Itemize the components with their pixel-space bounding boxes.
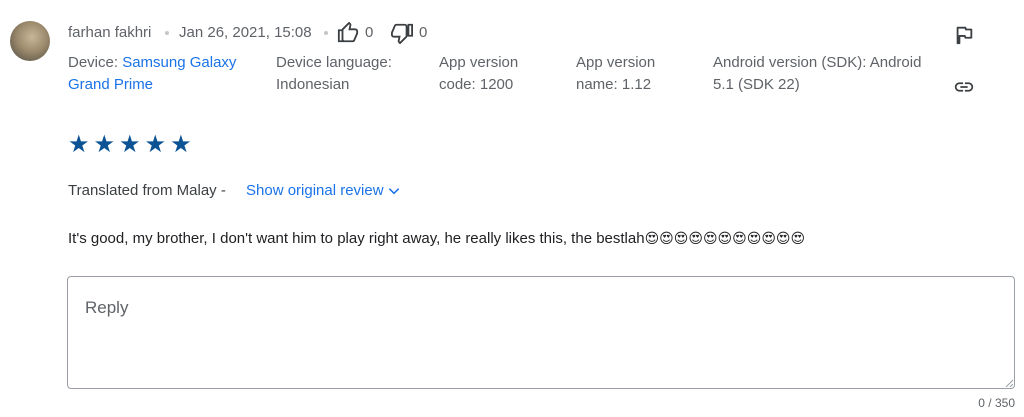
- thumbs-up-count: 0: [365, 24, 374, 41]
- language-value: Indonesian: [276, 76, 350, 93]
- device-info: Device: Samsung Galaxy Grand Prime: [68, 52, 236, 96]
- star-icon: ★: [68, 130, 90, 158]
- review-text: It's good, my brother, I don't want him …: [68, 230, 805, 247]
- separator-dot: [324, 31, 328, 35]
- translated-from-label: Translated from Malay -: [68, 182, 226, 199]
- device-language: Device language: Indonesian: [276, 52, 392, 96]
- app-version-name: App version name: 1.12: [576, 52, 655, 96]
- reply-char-count: 0 / 350: [978, 396, 1015, 410]
- star-icon: ★: [170, 130, 192, 158]
- android-version-line2: 5.1 (SDK 22): [713, 76, 800, 93]
- app-version-code: App version code: 1200: [439, 52, 518, 96]
- device-link[interactable]: Samsung Galaxy: [122, 54, 236, 71]
- star-icon: ★: [144, 130, 167, 158]
- star-rating: ★ ★ ★ ★ ★: [68, 130, 192, 158]
- star-icon: ★: [93, 130, 116, 158]
- review-date: Jan 26, 2021, 15:08: [179, 24, 312, 41]
- android-version-line1: Android version (SDK): Android: [713, 54, 922, 71]
- show-original-label: Show original review: [246, 182, 384, 199]
- device-link-cont[interactable]: Grand Prime: [68, 76, 153, 93]
- device-label: Device:: [68, 54, 119, 71]
- app-version-code-value: code: 1200: [439, 76, 514, 93]
- chevron-down-icon: [388, 187, 399, 194]
- avatar: [10, 21, 50, 61]
- thumbs-down-count: 0: [419, 24, 428, 41]
- reply-box: [67, 276, 1015, 389]
- app-version-name-label: App version: [576, 54, 656, 71]
- reply-input[interactable]: [68, 277, 1014, 388]
- thumbs-down-icon[interactable]: [391, 22, 413, 49]
- resize-grip-icon[interactable]: [1005, 379, 1013, 387]
- heart-eyes-emoji-icon: 😍😍😍😍😍😍😍😍😍😍😍: [644, 231, 806, 247]
- show-original-review-link[interactable]: Show original review: [246, 182, 401, 199]
- flag-icon[interactable]: [953, 24, 975, 51]
- separator-dot: [165, 31, 169, 35]
- star-icon: ★: [119, 130, 141, 158]
- app-version-name-value: name: 1.12: [576, 76, 652, 93]
- android-version: Android version (SDK): Android 5.1 (SDK …: [713, 52, 921, 96]
- link-icon[interactable]: [952, 76, 976, 103]
- review-body: It's good, my brother, I don't want him …: [68, 230, 645, 247]
- app-version-code-label: App version: [439, 54, 519, 71]
- thumbs-up-icon[interactable]: [337, 21, 359, 49]
- language-label: Device language:: [276, 54, 392, 71]
- review-author: farhan fakhri: [68, 24, 152, 41]
